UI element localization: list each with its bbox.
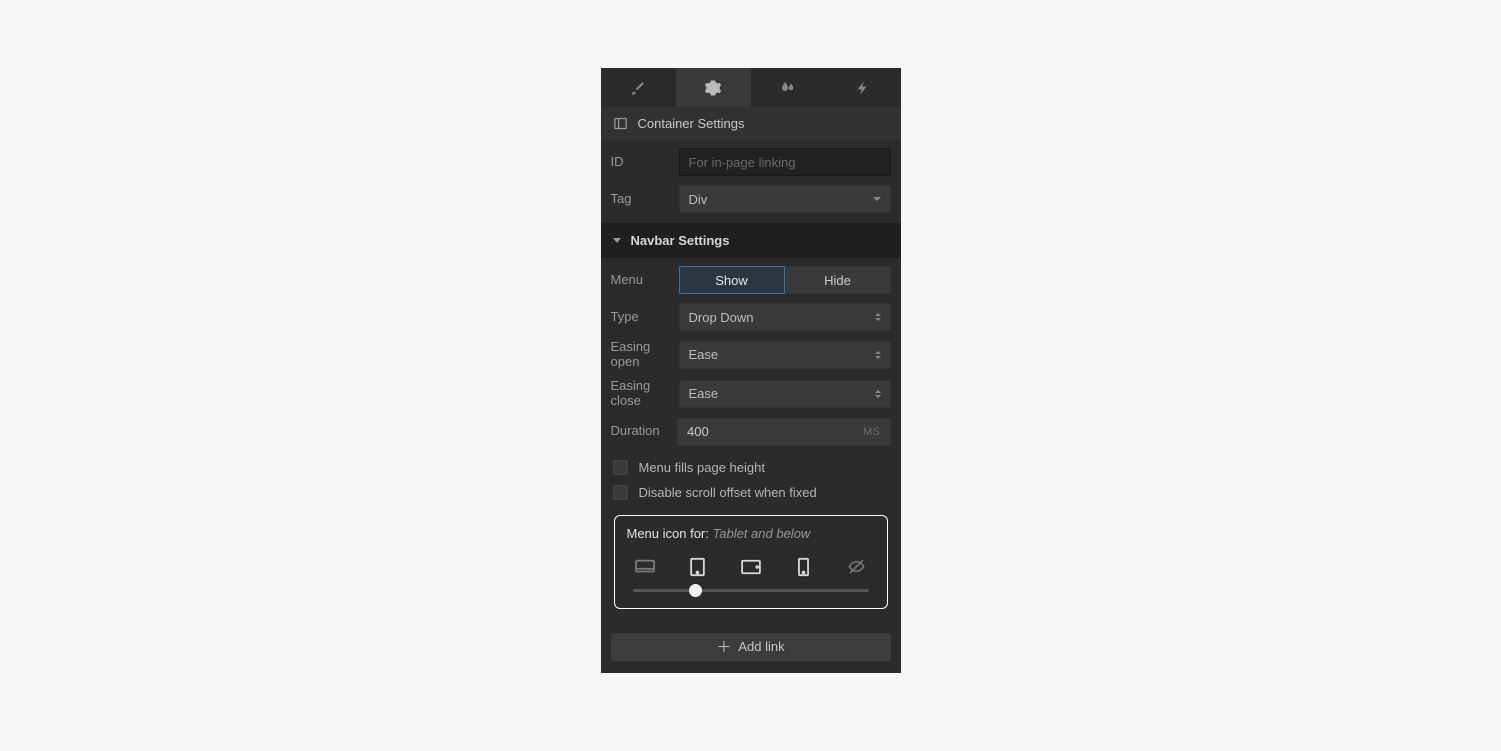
menu-icon-for-value: Tablet and below [713,526,811,541]
desktop-icon [634,558,656,576]
tab-effects[interactable] [751,68,826,107]
device-tablet-landscape[interactable] [735,555,767,579]
easing-close-label: Easing close [611,379,669,409]
container-settings-title: Container Settings [638,116,745,131]
hidden-icon [847,557,866,576]
gear-icon [704,79,722,97]
caret-down-icon [613,238,621,243]
breakpoint-slider[interactable] [633,589,869,592]
easing-close-value: Ease [689,386,719,401]
updown-icon [875,313,881,321]
chk-disable-scroll-label: Disable scroll offset when fixed [639,485,817,500]
brush-icon [629,79,647,97]
settings-panel: Container Settings ID Tag Div Navbar Set… [601,68,901,673]
bolt-icon [855,80,871,96]
tag-label: Tag [611,192,669,207]
duration-input-wrap: MS [677,418,891,446]
container-icon [613,116,628,131]
tab-settings[interactable] [676,68,751,107]
easing-open-value: Ease [689,347,719,362]
device-desktop[interactable] [629,555,661,579]
chevron-down-icon [873,197,881,201]
easing-close-select[interactable]: Ease [679,380,891,408]
menu-icon-for-box: Menu icon for: Tablet and below [614,515,888,609]
updown-icon [875,390,881,398]
id-label: ID [611,155,669,170]
chk-disable-scroll[interactable] [613,485,628,500]
tablet-landscape-icon [740,559,762,575]
container-settings-header: Container Settings [601,107,901,140]
type-select[interactable]: Drop Down [679,303,891,331]
chk-menu-fills[interactable] [613,460,628,475]
device-tablet-portrait[interactable] [682,555,714,579]
duration-unit: MS [863,426,881,438]
type-label: Type [611,310,669,325]
tag-value: Div [689,192,708,207]
duration-label: Duration [611,424,668,439]
droplets-icon [779,79,797,97]
updown-icon [875,351,881,359]
tablet-portrait-icon [689,557,706,577]
phone-icon [797,557,810,577]
add-link-button[interactable]: ＋ Add link [611,633,891,661]
navbar-settings-header[interactable]: Navbar Settings [601,223,901,258]
add-link-label: Add link [738,639,784,654]
menu-label: Menu [611,273,669,288]
tab-interactions[interactable] [826,68,901,107]
tag-select[interactable]: Div [679,185,891,213]
tab-brush[interactable] [601,68,676,107]
easing-open-select[interactable]: Ease [679,341,891,369]
duration-input[interactable] [687,424,863,439]
panel-tabs [601,68,901,107]
device-phone[interactable] [788,555,820,579]
device-breakpoint-row [629,555,873,579]
menu-hide-button[interactable]: Hide [785,266,891,294]
menu-segmented: Show Hide [679,266,891,294]
plus-icon: ＋ [716,636,731,657]
menu-show-button[interactable]: Show [679,266,785,294]
easing-open-label: Easing open [611,340,669,370]
type-value: Drop Down [689,310,754,325]
menu-icon-for-label: Menu icon for: [627,526,709,541]
device-hidden[interactable] [841,555,873,579]
menu-icon-for-title: Menu icon for: Tablet and below [627,526,875,541]
chk-menu-fills-label: Menu fills page height [639,460,765,475]
slider-knob[interactable] [689,584,702,597]
navbar-settings-title: Navbar Settings [631,233,730,248]
id-input[interactable] [679,148,891,176]
